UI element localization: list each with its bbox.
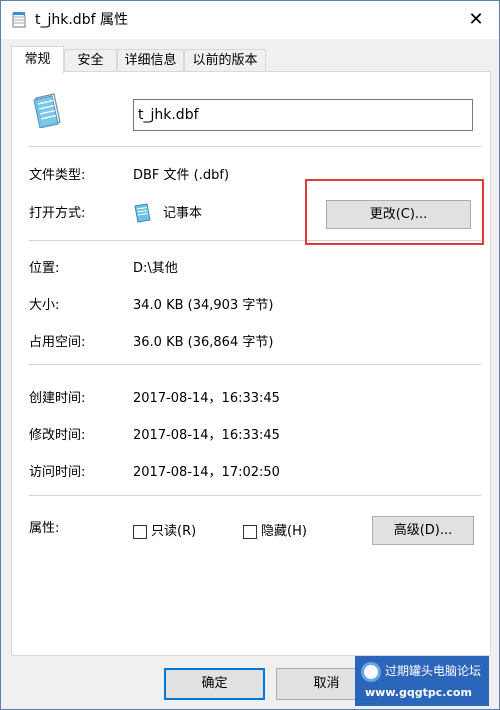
general-panel: t_jhk.dbf 文件类型: DBF 文件 (.dbf) 打开方式: 记事本 … (11, 71, 491, 656)
tab-previous-versions[interactable]: 以前的版本 (184, 49, 266, 72)
opens-with-value: 记事本 (163, 206, 203, 221)
size-on-disk-value: 36.0 KB (36,864 字节) (133, 335, 274, 350)
properties-dialog: t_jhk.dbf 属性 ✕ 常规 安全 详细信息 以前的版本 t_jhk.db… (0, 0, 500, 710)
readonly-checkbox[interactable] (133, 525, 147, 539)
created-value: 2017-08-14，16:33:45 (133, 391, 280, 406)
readonly-label[interactable]: 只读(R) (151, 523, 196, 541)
notepad-file-icon (33, 93, 61, 128)
size-on-disk-label: 占用空间: (29, 335, 86, 350)
close-icon: ✕ (468, 9, 484, 30)
size-value: 34.0 KB (34,903 字节) (133, 298, 274, 313)
tab-security[interactable]: 安全 (64, 49, 117, 72)
watermark-logo-icon (361, 662, 381, 682)
created-label: 创建时间: (29, 391, 86, 406)
hidden-checkbox[interactable] (243, 525, 257, 539)
tab-general[interactable]: 常规 (11, 46, 64, 73)
window-title: t_jhk.dbf 属性 (35, 12, 128, 28)
notepad-file-icon (12, 12, 26, 28)
modified-label: 修改时间: (29, 428, 86, 443)
accessed-value: 2017-08-14，17:02:50 (133, 465, 280, 480)
advanced-button[interactable]: 高级(D)... (372, 516, 474, 545)
accessed-label: 访问时间: (29, 465, 86, 480)
file-type-label: 文件类型: (29, 168, 86, 183)
size-label: 大小: (29, 298, 60, 313)
location-value: D:\其他 (133, 261, 178, 276)
separator (29, 495, 481, 496)
tab-details[interactable]: 详细信息 (117, 49, 184, 72)
notepad-app-icon (134, 203, 151, 223)
attributes-label: 属性: (29, 521, 60, 536)
highlight-box (305, 179, 484, 245)
separator (29, 146, 481, 147)
watermark-url: www.gqgtpc.com (365, 686, 472, 699)
tab-strip: 常规 安全 详细信息 以前的版本 (11, 46, 491, 73)
close-button[interactable]: ✕ (453, 1, 499, 39)
separator (29, 364, 481, 365)
file-type-value: DBF 文件 (.dbf) (133, 168, 230, 183)
watermark: 过期罐头电脑论坛 www.gqgtpc.com (355, 656, 489, 706)
ok-button[interactable]: 确定 (164, 668, 265, 700)
opens-with-label: 打开方式: (29, 206, 86, 221)
location-label: 位置: (29, 261, 60, 276)
title-bar: t_jhk.dbf 属性 ✕ (1, 1, 499, 39)
file-name-input[interactable]: t_jhk.dbf (133, 99, 473, 131)
watermark-title: 过期罐头电脑论坛 (385, 664, 482, 678)
hidden-label[interactable]: 隐藏(H) (261, 523, 307, 541)
modified-value: 2017-08-14，16:33:45 (133, 428, 280, 443)
